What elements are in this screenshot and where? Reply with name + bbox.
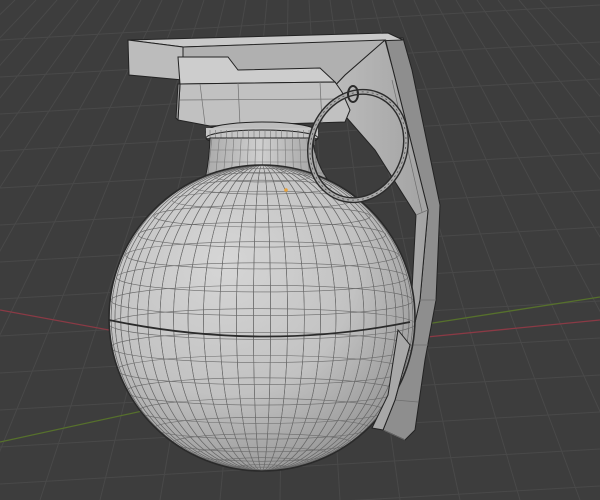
grid-line — [0, 0, 16, 16]
grid-line — [539, 0, 600, 66]
grid-line — [434, 0, 600, 313]
object-origin-dot[interactable] — [284, 188, 288, 192]
grid-line — [351, 485, 600, 500]
y-axis-line — [419, 296, 600, 326]
grid-line — [0, 4, 600, 41]
grid-line — [413, 0, 600, 413]
grid-line — [0, 0, 142, 252]
grid-line — [0, 0, 100, 139]
grid-line — [497, 0, 600, 135]
grenade-body[interactable] — [108, 164, 416, 472]
grid-line — [518, 0, 600, 97]
3d-viewport[interactable] — [0, 0, 600, 500]
